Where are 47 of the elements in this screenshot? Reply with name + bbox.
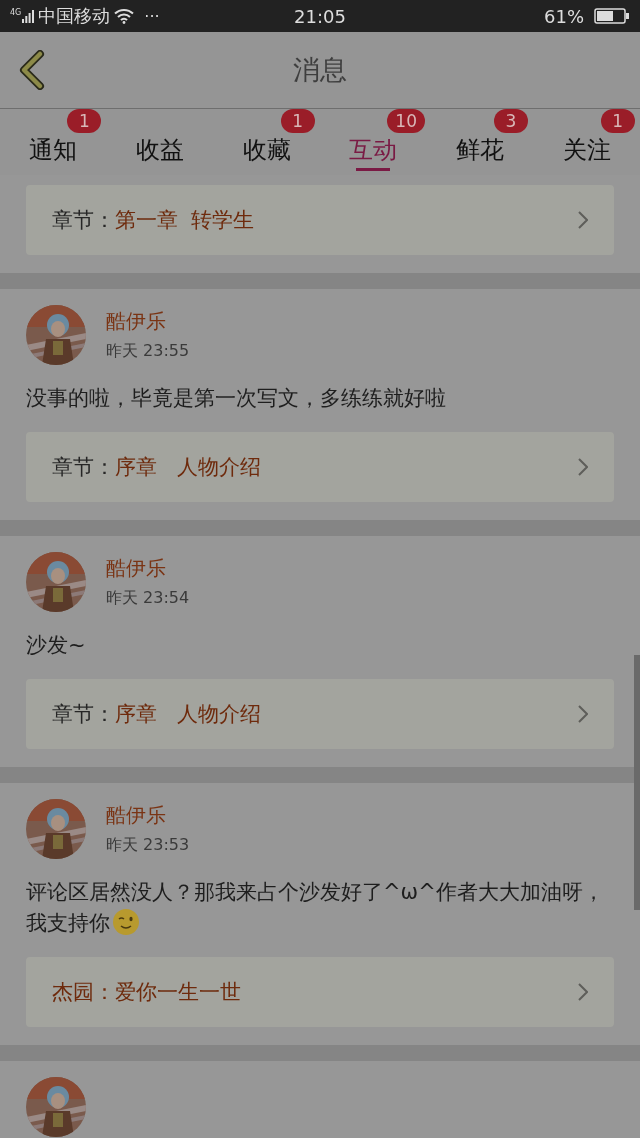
- comment-text: 没事的啦，毕竟是第一次写文，多练练就好啦: [26, 385, 447, 412]
- comment-time: 昨天 23:55: [106, 341, 190, 362]
- comment-text: 沙发~: [26, 632, 87, 659]
- count-badge: 1: [280, 109, 315, 133]
- link-title: 序章 人物介绍: [115, 454, 263, 481]
- tab[interactable]: 通知 1: [0, 109, 107, 175]
- signal-icon: [22, 9, 35, 23]
- link-title: 序章 人物介绍: [115, 701, 263, 728]
- tab[interactable]: 关注 1: [533, 109, 640, 175]
- source-link[interactable]: 章节：序章 人物介绍: [26, 432, 614, 502]
- battery-percent: 61%: [544, 5, 584, 27]
- comment-time: 昨天 23:54: [106, 588, 190, 609]
- link-label: 章节：: [52, 454, 115, 481]
- tab[interactable]: 收藏 1: [213, 109, 320, 175]
- wink-emoji-icon: [112, 908, 140, 936]
- count-badge: 3: [494, 109, 528, 133]
- clock: 21:05: [294, 5, 346, 27]
- comment-text: 评论区居然没人？那我来占个沙发好了^ω^作者大大加油呀，我支持你: [26, 879, 605, 938]
- tab[interactable]: 收益: [106, 109, 214, 175]
- source-link[interactable]: 章节：序章 人物介绍: [26, 679, 614, 749]
- tab[interactable]: 鲜花 3: [426, 109, 534, 175]
- user-name[interactable]: 酷伊乐: [106, 308, 190, 335]
- link-title: 第一章 转学生: [115, 207, 256, 234]
- more-indicator: ···: [144, 6, 160, 26]
- chevron-right-icon: [578, 458, 588, 476]
- wifi-icon: [114, 8, 135, 24]
- count-badge: 10: [387, 109, 425, 133]
- link-label: 章节：: [52, 207, 115, 234]
- count-badge: 1: [600, 109, 635, 133]
- page-title: 消息: [293, 53, 347, 87]
- chevron-right-icon: [578, 705, 588, 723]
- link-title: 爱你一生一世: [115, 979, 242, 1006]
- battery-icon: [594, 8, 630, 24]
- tab[interactable]: 互动 10: [320, 109, 427, 175]
- source-link[interactable]: 杰园：爱你一生一世: [26, 957, 614, 1027]
- link-label: 杰园：: [52, 979, 115, 1006]
- count-badge: 1: [67, 109, 102, 133]
- user-name[interactable]: 酷伊乐: [106, 555, 190, 582]
- link-label: 章节：: [52, 701, 115, 728]
- source-link[interactable]: 章节：第一章 转学生: [26, 185, 614, 255]
- back-icon[interactable]: [18, 50, 46, 90]
- chevron-right-icon: [578, 983, 588, 1001]
- user-name[interactable]: 酷伊乐: [106, 802, 190, 829]
- comment-time: 昨天 23:53: [106, 835, 190, 856]
- network-type: 4G: [10, 8, 22, 17]
- chevron-right-icon: [578, 211, 588, 229]
- carrier-name: 中国移动: [38, 4, 111, 28]
